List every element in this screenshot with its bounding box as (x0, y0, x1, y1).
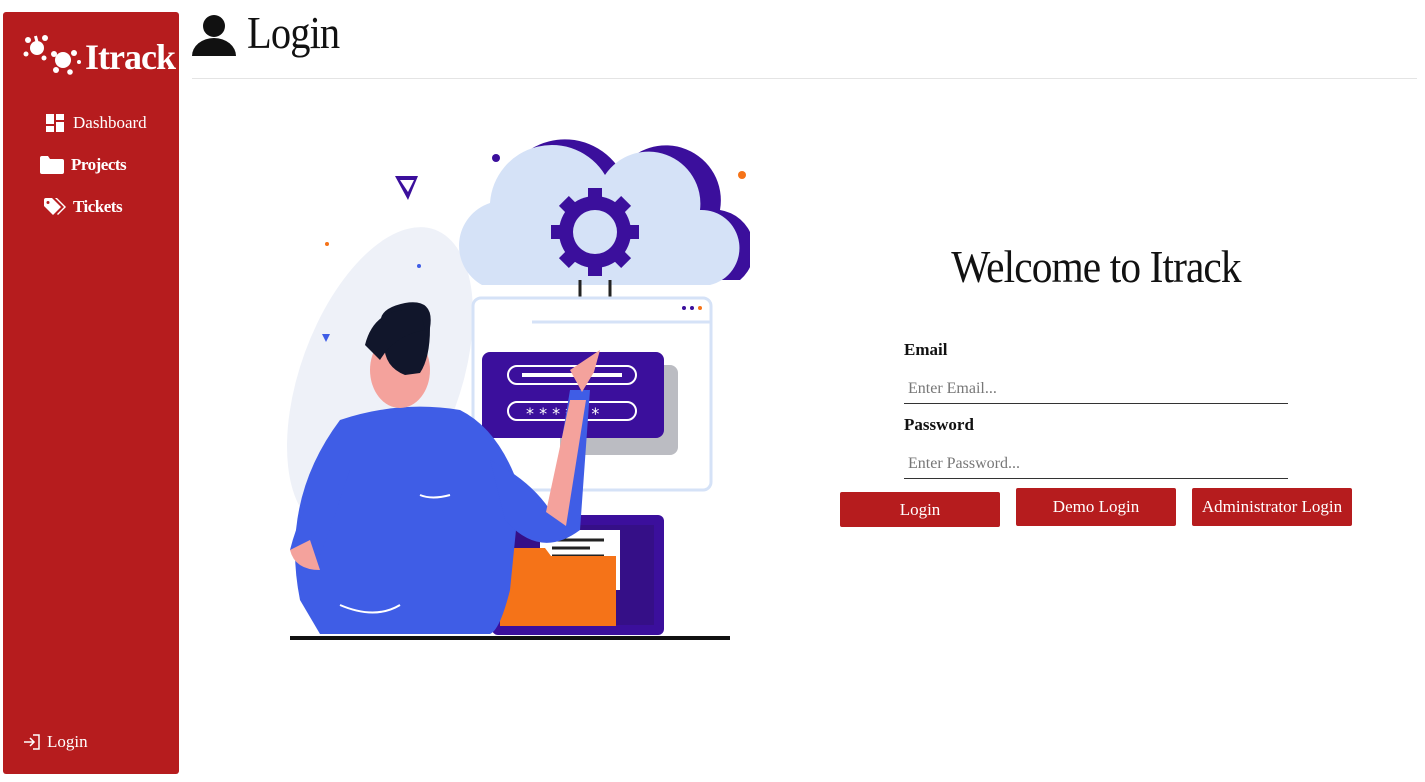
sign-in-icon (23, 734, 41, 750)
sidebar-item-label: Projects (71, 155, 127, 174)
folder-icon (39, 155, 65, 175)
sidebar-item-dashboard[interactable]: Dashboard (43, 102, 147, 144)
brand-name: Itrack (85, 37, 176, 77)
sidebar-login-label: Login (47, 732, 88, 751)
password-label: Password (904, 415, 974, 434)
sidebar-login-link[interactable]: Login (23, 732, 88, 752)
sidebar-item-tickets[interactable]: Tickets (43, 186, 147, 228)
brand-logo[interactable]: Itrack (23, 34, 176, 80)
user-icon (192, 15, 236, 56)
page-header: Login (192, 0, 1417, 79)
demo-login-button[interactable]: Demo Login (1016, 488, 1176, 526)
sidebar-nav: Dashboard Projects Tickets (40, 102, 147, 228)
sidebar-item-label: Tickets (73, 197, 123, 216)
email-field[interactable] (904, 374, 1288, 404)
dashboard-icon (43, 113, 67, 133)
sidebar-item-projects[interactable]: Projects (39, 144, 147, 186)
welcome-heading: Welcome to Itrack (951, 241, 1241, 292)
sidebar-item-label: Dashboard (73, 113, 147, 132)
page-title: Login (247, 7, 340, 58)
admin-login-button[interactable]: Administrator Login (1192, 488, 1352, 526)
password-field[interactable] (904, 449, 1288, 479)
sidebar: Itrack Dashboard Projects Tickets Login (3, 12, 179, 774)
splat-logo-icon (23, 35, 81, 75)
tags-icon (43, 197, 67, 217)
login-button[interactable]: Login (840, 492, 1000, 527)
login-illustration: * * * * * * (287, 139, 750, 640)
email-label: Email (904, 340, 948, 359)
